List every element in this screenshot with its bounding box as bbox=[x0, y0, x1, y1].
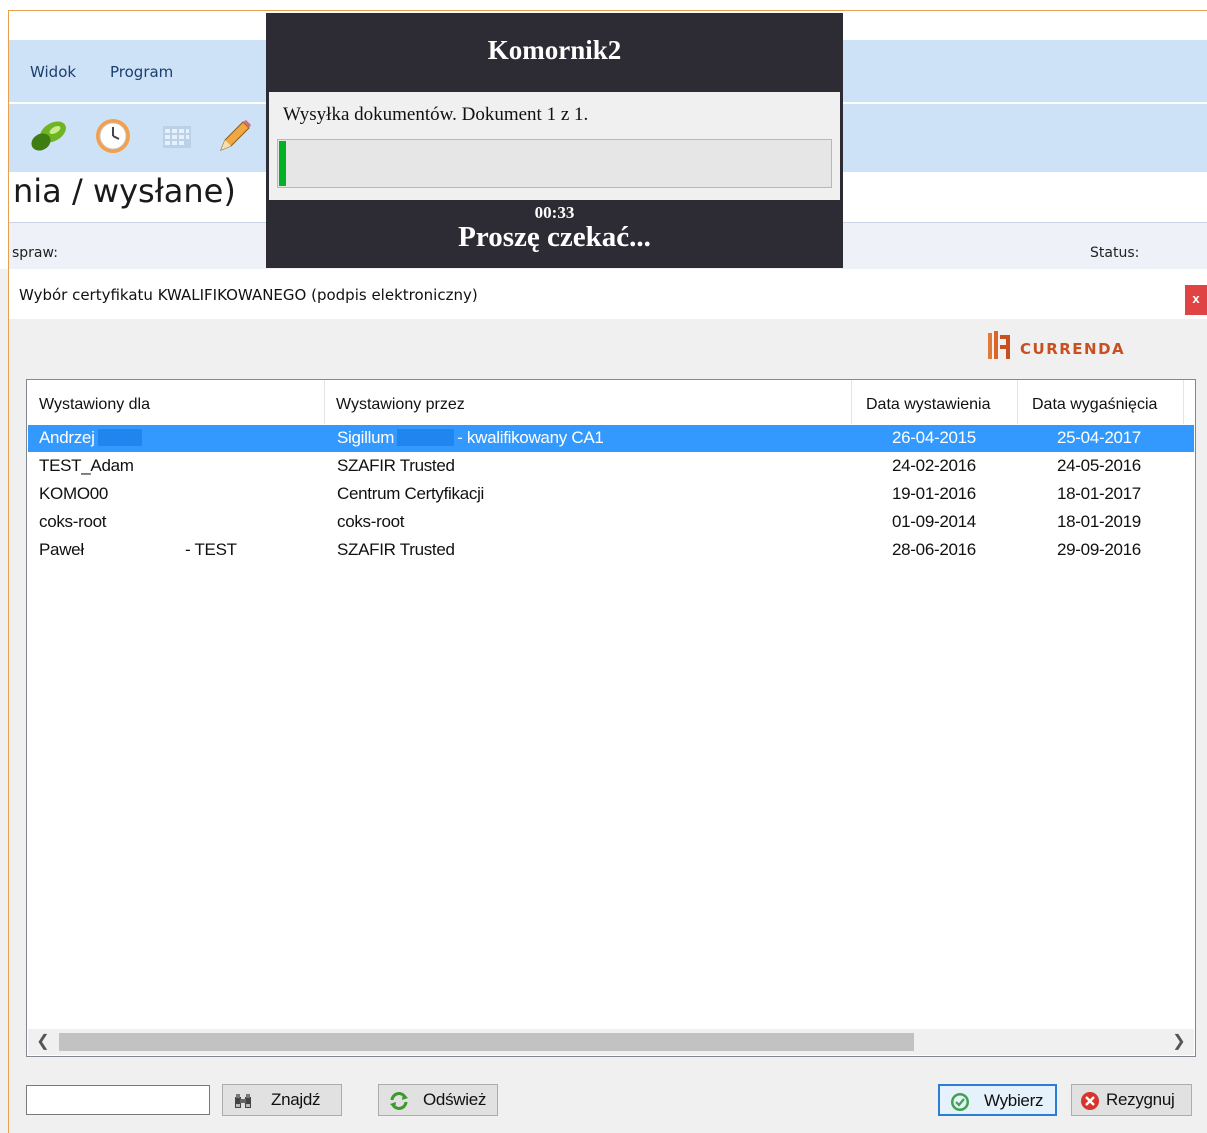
refresh-button-label: Odśwież bbox=[423, 1090, 487, 1109]
binoculars-icon bbox=[235, 1094, 251, 1108]
clock-icon[interactable] bbox=[91, 114, 135, 158]
select-button-label: Wybierz bbox=[984, 1091, 1044, 1110]
scroll-left-icon[interactable]: ❮ bbox=[30, 1029, 56, 1055]
issue-date-cell: 28-06-2016 bbox=[892, 540, 976, 559]
progress-title: Komornik2 bbox=[487, 35, 622, 65]
find-button[interactable]: Znajdź bbox=[222, 1084, 342, 1116]
column-header-expiry-date[interactable]: Data wygaśnięcia bbox=[1018, 380, 1184, 424]
spraw-label: spraw: bbox=[12, 245, 58, 261]
certificate-dialog: Wybór certyfikatu KWALIFIKOWANEGO (podpi… bbox=[0, 269, 1207, 1133]
window-border bbox=[8, 269, 9, 1133]
calendar-icon[interactable] bbox=[155, 114, 199, 158]
menu-program[interactable]: Program bbox=[110, 63, 173, 81]
elapsed-time: 00:33 bbox=[534, 203, 575, 222]
issued-for-cell: TEST_Adam bbox=[39, 456, 134, 475]
issue-date-cell: 01-09-2014 bbox=[892, 512, 976, 531]
progress-panel: Wysyłka dokumentów. Dokument 1 z 1. bbox=[269, 92, 840, 200]
redaction bbox=[397, 429, 455, 446]
cancel-button[interactable]: Rezygnuj bbox=[1071, 1084, 1192, 1116]
expiry-date-cell: 18-01-2017 bbox=[1057, 484, 1141, 503]
dialog-title: Wybór certyfikatu KWALIFIKOWANEGO (podpi… bbox=[19, 286, 478, 304]
close-button[interactable]: x bbox=[1185, 285, 1207, 315]
horizontal-scrollbar[interactable]: ❮ ❯ bbox=[28, 1029, 1194, 1055]
progress-message: Wysyłka dokumentów. Dokument 1 z 1. bbox=[283, 104, 589, 125]
issue-date-cell: 24-02-2016 bbox=[892, 456, 976, 475]
expiry-date-cell: 25-04-2017 bbox=[1057, 428, 1141, 447]
issued-by-suffix: - kwalifikowany CA1 bbox=[457, 428, 604, 447]
status-label: Status: bbox=[1090, 245, 1140, 261]
scroll-right-icon[interactable]: ❯ bbox=[1166, 1029, 1192, 1055]
issued-for-cell: coks-root bbox=[39, 512, 107, 531]
expiry-date-cell: 24-05-2016 bbox=[1057, 456, 1141, 475]
wait-message: Proszę czekać... bbox=[458, 221, 651, 253]
issued-for-suffix: - TEST bbox=[185, 540, 237, 559]
issued-by-cell: SZAFIR Trusted bbox=[337, 456, 455, 475]
check-icon bbox=[951, 1093, 969, 1111]
expiry-date-cell: 29-09-2016 bbox=[1057, 540, 1141, 559]
table-row[interactable]: Paweł - TEST SZAFIR Trusted 28-06-2016 2… bbox=[28, 537, 1194, 564]
certificate-list[interactable]: Wystawiony dla Wystawiony przez Data wys… bbox=[26, 379, 1196, 1057]
refresh-icon bbox=[390, 1092, 408, 1110]
column-header-issued-for[interactable]: Wystawiony dla bbox=[27, 380, 325, 424]
issued-by-cell: Centrum Certyfikacji bbox=[337, 484, 485, 503]
redaction bbox=[97, 429, 142, 446]
pill-icon[interactable] bbox=[27, 114, 71, 158]
find-button-label: Znajdź bbox=[271, 1090, 321, 1109]
table-row[interactable]: TEST_Adam SZAFIR Trusted 24-02-2016 24-0… bbox=[28, 453, 1194, 480]
table-row[interactable]: Andrzej Sigillum - kwalifikowany CA1 26-0… bbox=[28, 425, 1194, 452]
issued-by-cell: coks-root bbox=[337, 512, 405, 531]
scrollbar-thumb[interactable] bbox=[59, 1033, 914, 1051]
issued-for-cell: KOMO00 bbox=[39, 484, 109, 503]
issue-date-cell: 26-04-2015 bbox=[892, 428, 976, 447]
menu-widok[interactable]: Widok bbox=[30, 63, 76, 81]
dialog-titlebar: Wybór certyfikatu KWALIFIKOWANEGO (podpi… bbox=[9, 269, 1207, 319]
cancel-button-label: Rezygnuj bbox=[1106, 1090, 1175, 1109]
issued-for-cell: Andrzej bbox=[39, 428, 142, 448]
issued-by-cell: Sigillum - kwalifikowany CA1 bbox=[337, 428, 604, 448]
issue-date-cell: 19-01-2016 bbox=[892, 484, 976, 503]
issued-by-text: Sigillum bbox=[337, 428, 395, 447]
table-row[interactable]: coks-root coks-root 01-09-2014 18-01-201… bbox=[28, 509, 1194, 536]
currenda-logo: CURRENDA bbox=[986, 329, 1124, 361]
column-header-issue-date[interactable]: Data wystawienia bbox=[852, 380, 1018, 424]
issued-by-cell: SZAFIR Trusted bbox=[337, 540, 455, 559]
progress-bar-fill bbox=[279, 141, 286, 186]
search-input[interactable] bbox=[26, 1085, 210, 1115]
progress-bar bbox=[277, 139, 832, 188]
expiry-date-cell: 18-01-2019 bbox=[1057, 512, 1141, 531]
issued-for-cell: Paweł bbox=[39, 540, 84, 559]
table-row[interactable]: KOMO00 Centrum Certyfikacji 19-01-2016 1… bbox=[28, 481, 1194, 508]
refresh-button[interactable]: Odśwież bbox=[378, 1084, 498, 1116]
issued-for-text: Andrzej bbox=[39, 428, 95, 447]
select-button[interactable]: Wybierz bbox=[938, 1084, 1057, 1116]
currenda-logo-icon bbox=[988, 331, 1010, 359]
window-border bbox=[8, 10, 1207, 11]
list-header: Wystawiony dla Wystawiony przez Data wys… bbox=[27, 380, 1195, 424]
cancel-icon bbox=[1081, 1092, 1099, 1110]
pencil-icon[interactable] bbox=[211, 114, 255, 158]
progress-window: Komornik2 Wysyłka dokumentów. Dokument 1… bbox=[266, 13, 843, 268]
page-title: nia / wysłane) bbox=[13, 172, 236, 210]
logo-text: CURRENDA bbox=[1020, 340, 1126, 358]
column-header-issued-by[interactable]: Wystawiony przez bbox=[325, 380, 852, 424]
